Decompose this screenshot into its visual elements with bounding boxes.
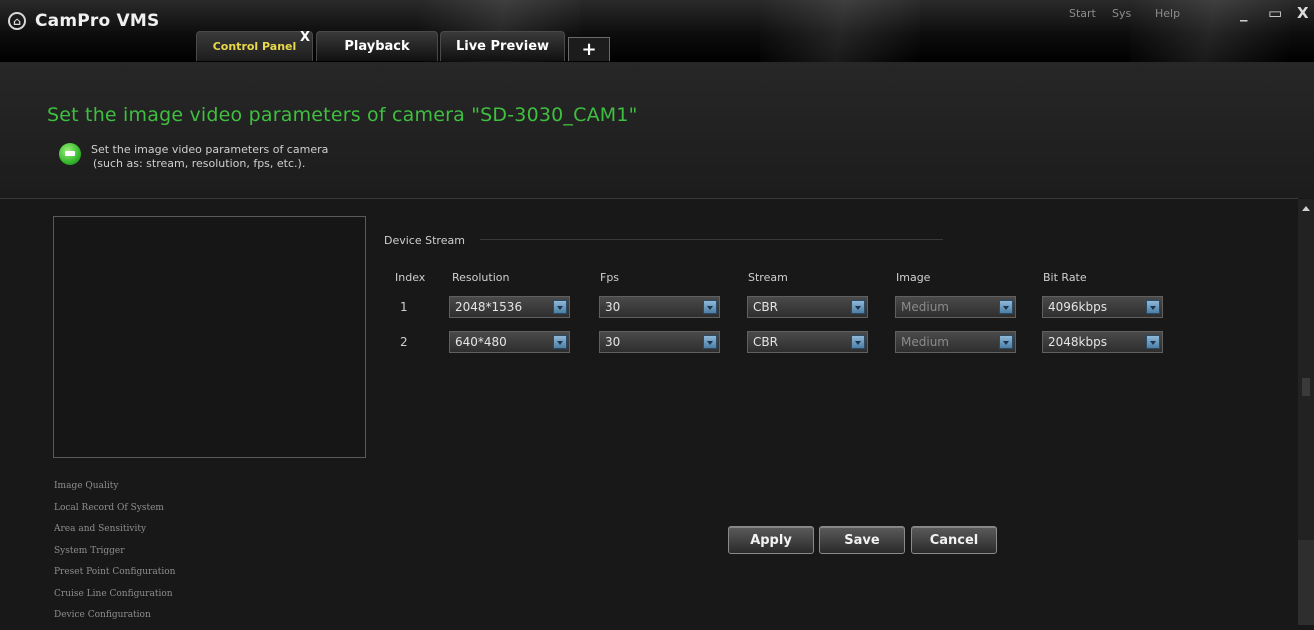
image-select[interactable]: Medium: [895, 296, 1016, 318]
menu-sys[interactable]: Sys: [1112, 7, 1131, 20]
fps-select[interactable]: 30: [599, 296, 720, 318]
add-tab-button[interactable]: +: [568, 37, 610, 61]
bit-rate-select[interactable]: 2048kbps: [1042, 331, 1163, 353]
resolution-select[interactable]: 2048*1536: [449, 296, 570, 318]
chevron-down-icon[interactable]: [1146, 335, 1160, 349]
selected-value: 30: [605, 300, 621, 314]
save-button[interactable]: Save: [819, 526, 905, 554]
scrollbar-thumb[interactable]: [1302, 378, 1310, 396]
menu-item-image-quality[interactable]: Image Quality: [54, 479, 254, 501]
selected-value: Medium: [901, 300, 949, 314]
menu-item-area-sensitivity[interactable]: Area and Sensitivity: [54, 522, 254, 544]
tab-label: Live Preview: [455, 39, 550, 54]
device-stream-label: Device Stream: [384, 234, 465, 247]
close-tab-icon[interactable]: X: [300, 30, 310, 45]
chevron-down-icon[interactable]: [999, 300, 1013, 314]
menu-item-cruise-line[interactable]: Cruise Line Configuration: [54, 587, 254, 609]
fps-select[interactable]: 30: [599, 331, 720, 353]
row-index: 2: [400, 335, 408, 349]
restore-icon[interactable]: ▭: [1268, 4, 1282, 22]
menu-item-system-trigger[interactable]: System Trigger: [54, 544, 254, 566]
column-header-index: Index: [395, 271, 426, 284]
apply-button[interactable]: Apply: [728, 526, 814, 554]
selected-value: 640*480: [455, 335, 507, 349]
device-stream-divider: [480, 239, 943, 240]
menu-help[interactable]: Help: [1155, 7, 1180, 20]
cancel-button[interactable]: Cancel: [911, 526, 997, 554]
selected-value: CBR: [753, 335, 778, 349]
minimize-icon[interactable]: _: [1240, 4, 1248, 22]
title-bar-highlight: [760, 0, 920, 62]
selected-value: 2048kbps: [1048, 335, 1107, 349]
page-title: Set the image video parameters of camera…: [47, 104, 638, 126]
menu-item-local-record[interactable]: Local Record Of System: [54, 501, 254, 523]
row-index: 1: [400, 300, 408, 314]
chevron-down-icon[interactable]: [703, 300, 717, 314]
description-line: Set the image video parameters of camera: [91, 143, 329, 156]
bit-rate-select[interactable]: 4096kbps: [1042, 296, 1163, 318]
header-divider: [0, 198, 1298, 199]
column-header-fps: Fps: [600, 271, 620, 284]
app-logo-icon: ⌂: [8, 12, 26, 30]
tab-label: Playback: [344, 39, 410, 54]
chevron-down-icon[interactable]: [1146, 300, 1160, 314]
column-header-resolution: Resolution: [452, 271, 510, 284]
image-select[interactable]: Medium: [895, 331, 1016, 353]
camera-preview: [53, 216, 366, 458]
description-line: (such as: stream, resolution, fps, etc.)…: [93, 157, 306, 170]
column-header-bit-rate: Bit Rate: [1043, 271, 1087, 284]
page-description: Set the image video parameters of camera…: [91, 143, 328, 171]
column-header-image: Image: [896, 271, 931, 284]
selected-value: Medium: [901, 335, 949, 349]
stream-select[interactable]: CBR: [747, 296, 868, 318]
chat-bubble-icon: [59, 143, 81, 165]
page-header: [0, 62, 1314, 198]
stream-select[interactable]: CBR: [747, 331, 868, 353]
chevron-down-icon[interactable]: [553, 300, 567, 314]
selected-value: 4096kbps: [1048, 300, 1107, 314]
menu-start[interactable]: Start: [1069, 7, 1096, 20]
chevron-down-icon[interactable]: [703, 335, 717, 349]
tab-control-panel[interactable]: Control Panel X: [196, 30, 313, 61]
tab-label: Control Panel: [212, 40, 297, 53]
menu-item-preset-point[interactable]: Preset Point Configuration: [54, 565, 254, 587]
resolution-select[interactable]: 640*480: [449, 331, 570, 353]
chevron-down-icon[interactable]: [999, 335, 1013, 349]
scroll-up-icon[interactable]: [1302, 206, 1310, 211]
selected-value: CBR: [753, 300, 778, 314]
chevron-down-icon[interactable]: [851, 300, 865, 314]
tab-playback[interactable]: Playback: [316, 31, 438, 61]
column-header-stream: Stream: [748, 271, 788, 284]
chevron-down-icon[interactable]: [553, 335, 567, 349]
menu-item-device-configuration[interactable]: Device Configuration: [54, 608, 254, 630]
chevron-down-icon[interactable]: [851, 335, 865, 349]
app-title: CamPro VMS: [35, 11, 160, 31]
scrollbar-track[interactable]: [1298, 540, 1314, 625]
close-window-icon[interactable]: X: [1297, 4, 1309, 22]
selected-value: 2048*1536: [455, 300, 523, 314]
tab-live-preview[interactable]: Live Preview: [440, 31, 565, 61]
selected-value: 30: [605, 335, 621, 349]
title-bar-highlight: [1130, 0, 1290, 62]
settings-menu: Image Quality Local Record Of System Are…: [54, 479, 254, 630]
